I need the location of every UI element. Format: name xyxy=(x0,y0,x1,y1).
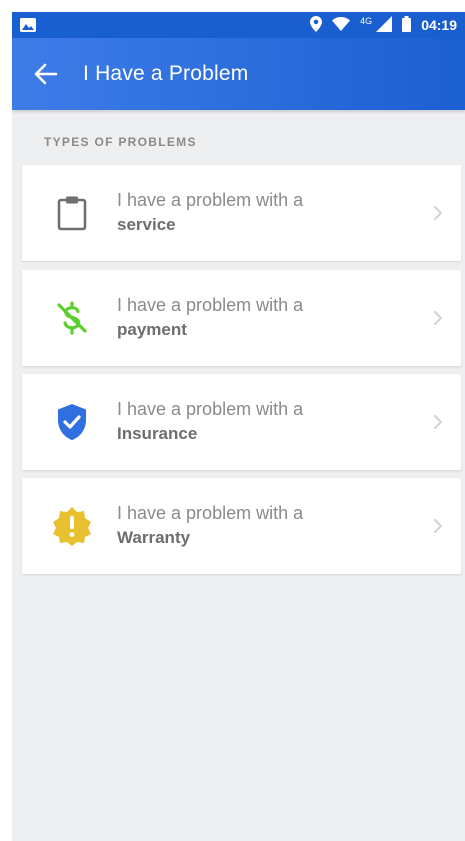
problem-type: service xyxy=(117,215,176,234)
warning-badge-icon xyxy=(52,506,92,546)
app-screen: 4G 04:19 I Have a Problem TYPES OF PROBL… xyxy=(12,12,465,841)
clock-time: 04:19 xyxy=(421,17,457,33)
section-label: TYPES OF PROBLEMS xyxy=(44,135,197,149)
shield-check-icon xyxy=(52,402,92,442)
problem-text: I have a problem with a payment xyxy=(117,295,303,340)
problem-text: I have a problem with a service xyxy=(117,190,303,235)
problem-insurance-button[interactable]: I have a problem with a Insurance xyxy=(22,374,461,470)
money-off-icon xyxy=(52,298,92,338)
signal-icon xyxy=(376,15,393,35)
problem-type: Insurance xyxy=(117,424,198,443)
chevron-right-icon xyxy=(433,205,443,221)
app-bar: I Have a Problem xyxy=(12,38,465,110)
problem-text: I have a problem with a Warranty xyxy=(117,503,303,548)
status-bar: 4G 04:19 xyxy=(12,12,465,38)
chevron-right-icon xyxy=(433,518,443,534)
page-title: I Have a Problem xyxy=(83,62,249,85)
problem-type: payment xyxy=(117,320,187,339)
network-type-label: 4G xyxy=(360,16,373,26)
problem-line1: I have a problem with a xyxy=(117,190,304,210)
problem-text: I have a problem with a Insurance xyxy=(117,399,303,444)
problem-line1: I have a problem with a xyxy=(117,399,304,419)
clipboard-icon xyxy=(52,193,92,233)
back-arrow-icon[interactable] xyxy=(32,60,60,88)
image-notification-icon xyxy=(20,18,36,32)
problem-warranty-button[interactable]: I have a problem with a Warranty xyxy=(22,478,461,574)
problem-line1: I have a problem with a xyxy=(117,503,304,523)
chevron-right-icon xyxy=(433,414,443,430)
problem-payment-button[interactable]: I have a problem with a payment xyxy=(22,270,461,366)
problem-line1: I have a problem with a xyxy=(117,295,304,315)
problem-type: Warranty xyxy=(117,528,191,547)
battery-icon xyxy=(402,15,412,35)
location-icon xyxy=(310,15,323,35)
problem-service-button[interactable]: I have a problem with a service xyxy=(22,165,461,261)
wifi-icon xyxy=(332,16,351,34)
chevron-right-icon xyxy=(433,310,443,326)
